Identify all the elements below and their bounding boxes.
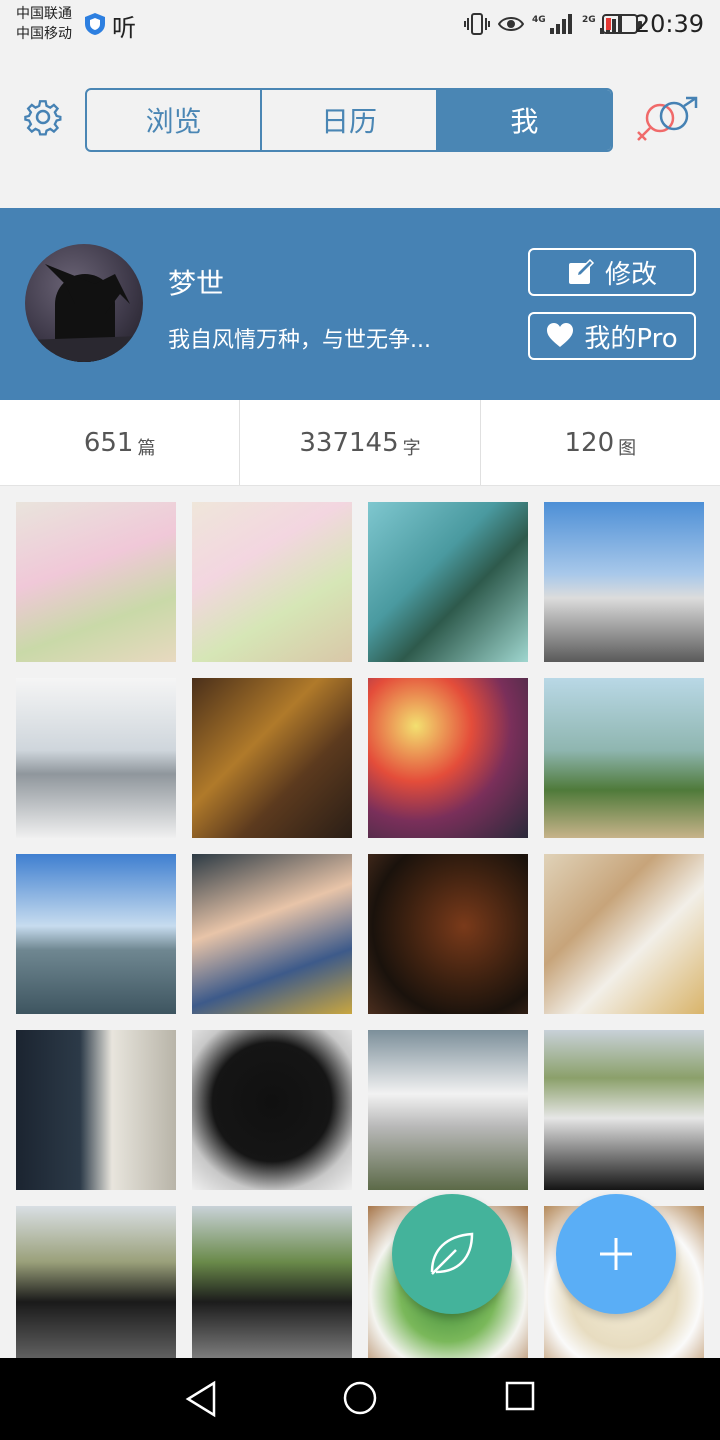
network-2-label: 2G xyxy=(582,15,596,25)
tab-calendar[interactable]: 日历 xyxy=(260,90,435,150)
photo-white-car-road[interactable] xyxy=(368,1030,528,1190)
eye-icon xyxy=(498,17,524,31)
signal-4g-icon: 4G xyxy=(532,14,572,34)
stat-value: 337145 xyxy=(299,427,399,458)
photo-black-suv-parking[interactable] xyxy=(16,1206,176,1358)
clock: 20:39 xyxy=(634,10,704,38)
photo-station-building[interactable] xyxy=(544,502,704,662)
photo-sizzling-steak[interactable] xyxy=(368,854,528,1014)
shield-icon xyxy=(85,13,105,35)
stat-unit: 图 xyxy=(618,437,637,459)
edit-label: 修改 xyxy=(604,259,657,290)
network-1-label: 4G xyxy=(532,15,546,25)
photo-flowers-bouquet-1[interactable] xyxy=(16,502,176,662)
leaf-fab-button[interactable] xyxy=(392,1194,512,1314)
top-bar: 浏览 日历 我 xyxy=(0,52,720,260)
photo-food-tray[interactable] xyxy=(368,502,528,662)
tab-browse[interactable]: 浏览 xyxy=(87,90,260,150)
carrier-2: 中国移动 xyxy=(16,26,72,42)
my-pro-button[interactable]: 我的Pro xyxy=(528,312,696,360)
stat-unit: 篇 xyxy=(137,437,156,459)
tab-group: 浏览 日历 我 xyxy=(85,88,613,152)
avatar[interactable] xyxy=(25,244,143,362)
stat-value: 120 xyxy=(564,427,615,458)
back-icon[interactable] xyxy=(184,1380,218,1418)
stat-words[interactable]: 337145 字 xyxy=(239,400,479,485)
photo-museum-wall[interactable] xyxy=(16,1030,176,1190)
plus-icon xyxy=(600,1238,632,1270)
edit-icon xyxy=(568,258,595,284)
heart-icon xyxy=(547,323,574,347)
photo-glass-hall[interactable] xyxy=(16,678,176,838)
home-icon[interactable] xyxy=(342,1380,378,1416)
listen-label: 听 xyxy=(112,14,136,42)
photo-colorful-lanterns[interactable] xyxy=(368,678,528,838)
photo-cars-traffic[interactable] xyxy=(544,1030,704,1190)
photo-lantern-shop[interactable] xyxy=(192,678,352,838)
gear-icon[interactable] xyxy=(24,98,62,136)
recents-icon[interactable] xyxy=(504,1380,536,1412)
stat-articles[interactable]: 651 篇 xyxy=(0,400,239,485)
vibrate-icon xyxy=(464,13,490,35)
navigation-bar xyxy=(0,1358,720,1440)
edit-profile-button[interactable]: 修改 xyxy=(528,248,696,296)
status-bar: 中国联通 中国移动 听 4G 2G 20:39 xyxy=(0,0,720,52)
stat-unit: 字 xyxy=(402,437,421,459)
add-fab-button[interactable] xyxy=(556,1194,676,1314)
tab-me[interactable]: 我 xyxy=(435,90,611,150)
username: 梦世 xyxy=(168,267,225,300)
stat-images[interactable]: 120 图 xyxy=(479,400,720,485)
battery-icon xyxy=(602,14,642,34)
photo-black-suv-highway[interactable] xyxy=(192,1206,352,1358)
photo-museum-sign[interactable] xyxy=(192,1030,352,1190)
profile-header: 梦世 我自风情万种，与世无争... 修改 我的Pro xyxy=(0,208,720,400)
gender-icon[interactable] xyxy=(634,96,700,142)
carrier-info: 中国联通 中国移动 xyxy=(16,4,72,44)
stat-value: 651 xyxy=(83,427,134,458)
profile-motto: 我自风情万种，与世无争... xyxy=(168,328,431,353)
photo-flowers-bouquet-2[interactable] xyxy=(192,502,352,662)
photo-hand-ticket[interactable] xyxy=(192,854,352,1014)
carrier-1: 中国联通 xyxy=(16,6,72,22)
leaf-icon xyxy=(430,1232,474,1275)
stats-row: 651 篇 337145 字 120 图 xyxy=(0,400,720,486)
photo-buffet-plates[interactable] xyxy=(544,854,704,1014)
photo-lakeside-path[interactable] xyxy=(544,678,704,838)
pro-label: 我的Pro xyxy=(584,323,678,354)
photo-lake-sky[interactable] xyxy=(16,854,176,1014)
